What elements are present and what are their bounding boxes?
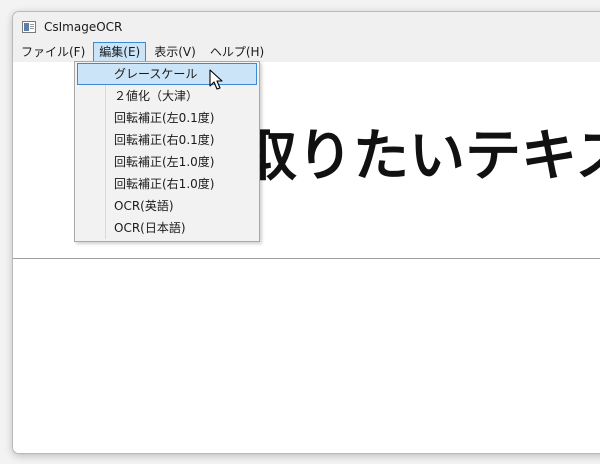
- menu-item-ocr-english[interactable]: OCR(英語): [77, 195, 257, 217]
- menu-item-binarize-otsu[interactable]: ２値化（大津）: [77, 85, 257, 107]
- menu-file[interactable]: ファイル(F): [15, 42, 91, 62]
- ocr-result-textbox[interactable]: [13, 259, 600, 453]
- app-icon: [22, 21, 36, 33]
- menu-view[interactable]: 表示(V): [148, 42, 202, 62]
- menu-edit[interactable]: 編集(E): [93, 42, 147, 62]
- mouse-cursor-icon: [209, 69, 223, 90]
- menu-item-rotate-right-0-1[interactable]: 回転補正(右0.1度): [77, 129, 257, 151]
- edit-menu-dropdown: グレースケール ２値化（大津） 回転補正(左0.1度) 回転補正(右0.1度) …: [74, 61, 260, 242]
- menu-item-rotate-left-0-1[interactable]: 回転補正(左0.1度): [77, 107, 257, 129]
- menu-item-rotate-left-1-0[interactable]: 回転補正(左1.0度): [77, 151, 257, 173]
- window-title: CsImageOCR: [44, 20, 123, 34]
- menu-bar: ファイル(F) 編集(E) 表示(V) ヘルプ(H): [13, 42, 600, 62]
- title-bar[interactable]: CsImageOCR: [13, 12, 600, 42]
- menu-item-grayscale[interactable]: グレースケール: [77, 63, 257, 85]
- image-text: 取りたいテキスト: [241, 123, 600, 189]
- menu-item-rotate-right-1-0[interactable]: 回転補正(右1.0度): [77, 173, 257, 195]
- menu-item-ocr-japanese[interactable]: OCR(日本語): [77, 217, 257, 239]
- menu-help[interactable]: ヘルプ(H): [204, 42, 270, 62]
